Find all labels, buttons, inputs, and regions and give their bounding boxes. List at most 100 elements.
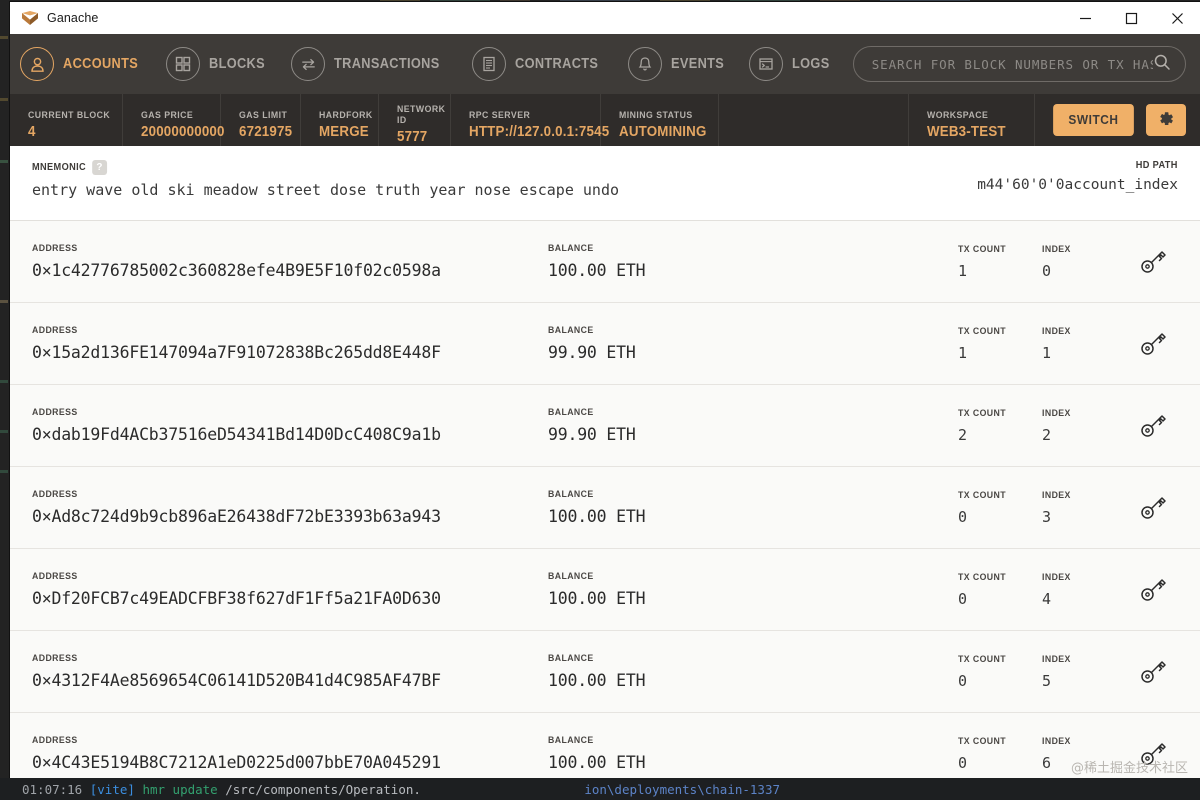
index-value: 3 [1042,507,1051,526]
minimize-icon[interactable] [1062,2,1108,34]
txcount-label: TX COUNT [958,407,1006,419]
table-row[interactable]: ADDRESS 0×dab19Fd4ACb37516eD54341Bd14D0D… [10,385,1200,467]
main-content: MNEMONIC ? entry wave old ski meadow str… [10,146,1200,780]
nav-item-accounts[interactable]: ACCOUNTS [20,34,148,94]
nav-item-blocks[interactable]: BLOCKS [166,34,273,94]
txcount-label: TX COUNT [958,243,1006,255]
account-txcount-cell: TX COUNT 1 [958,244,1042,280]
account-txcount-cell: TX COUNT 1 [958,326,1042,362]
grid-icon [166,47,201,81]
mnemonic-label-row: MNEMONIC ? [32,160,902,175]
main-navigation: ACCOUNTS BLOCKS TRANSACTIONS CONTRACTS E… [10,34,1200,94]
account-list[interactable]: ADDRESS 0×1c42776785002c360828efe4B9E5F1… [10,221,1200,780]
account-key-cell[interactable] [1124,495,1182,521]
account-index-cell: INDEX 2 [1042,408,1124,444]
table-row[interactable]: ADDRESS 0×Df20FCB7c49EADCFBF38f627dF1Ff5… [10,549,1200,631]
balance-value: 100.00 ETH [548,261,646,280]
account-key-cell[interactable] [1124,577,1182,603]
window-title: Ganache [47,11,99,25]
help-icon[interactable]: ? [91,160,107,175]
account-address-cell: ADDRESS 0×4C43E5194B8C7212A1eD0225d007bb… [32,735,548,772]
search-icon[interactable] [1153,53,1171,76]
table-row[interactable]: ADDRESS 0×1c42776785002c360828efe4B9E5F1… [10,221,1200,303]
search-input[interactable] [871,56,1153,72]
mnemonic-label: MNEMONIC [32,162,87,173]
account-key-cell[interactable] [1124,249,1182,275]
terminal-event: hmr update [142,781,218,797]
cube-icon [22,10,38,26]
window-controls [1062,2,1200,34]
account-index-cell: INDEX 3 [1042,490,1124,526]
nav-item-contracts[interactable]: CONTRACTS [472,34,610,94]
account-txcount-cell: TX COUNT 2 [958,408,1042,444]
account-address-cell: ADDRESS 0×Ad8c724d9b9cb896aE26438dF72bE3… [32,489,548,526]
balance-value: 99.90 ETH [548,343,636,362]
balance-value: 99.90 ETH [548,425,636,444]
terminal-path: /src/components/Operation. [225,781,421,797]
key-icon[interactable] [1139,413,1167,439]
settings-button[interactable] [1146,104,1186,136]
nav-label-accounts: ACCOUNTS [63,56,139,72]
index-value: 2 [1042,425,1051,444]
txcount-value: 0 [958,753,967,772]
key-icon[interactable] [1139,249,1167,275]
index-value: 5 [1042,671,1051,690]
address-value: 0×15a2d136FE147094a7F91072838Bc265dd8E44… [32,343,441,362]
nav-item-events[interactable]: EVENTS [627,34,731,94]
status-value: 5777 [397,129,428,145]
balance-value: 100.00 ETH [548,589,646,608]
account-balance-cell: BALANCE 100.00 ETH [548,571,958,608]
account-key-cell[interactable] [1124,413,1182,439]
table-row[interactable]: ADDRESS 0×Ad8c724d9b9cb896aE26438dF72bE3… [10,467,1200,549]
table-row[interactable]: ADDRESS 0×15a2d136FE147094a7F91072838Bc2… [10,303,1200,385]
status-value: HTTP://127.0.0.1:7545 [469,123,610,140]
account-index-cell: INDEX 4 [1042,572,1124,608]
status-label: HARDFORK [319,109,373,121]
txcount-label: TX COUNT [958,735,1006,747]
nav-item-transactions[interactable]: TRANSACTIONS [291,34,454,94]
account-index-cell: INDEX 1 [1042,326,1124,362]
close-icon[interactable] [1154,2,1200,34]
ganache-window: Ganache ACCOUNTS BLOCKS TRANSACTIONS CON… [10,2,1200,780]
account-txcount-cell: TX COUNT 0 [958,490,1042,526]
account-key-cell[interactable] [1124,659,1182,685]
key-icon[interactable] [1139,577,1167,603]
key-icon[interactable] [1139,495,1167,521]
table-row[interactable]: ADDRESS 0×4C43E5194B8C7212A1eD0225d007bb… [10,713,1200,780]
switch-button[interactable]: SWITCH [1053,104,1134,136]
gear-icon [1157,110,1175,131]
address-value: 0×4312F4Ae8569654C06141D520B41d4C985AF47… [32,671,441,690]
balance-label: BALANCE [548,407,594,418]
account-balance-cell: BALANCE 100.00 ETH [548,489,958,526]
account-txcount-cell: TX COUNT 0 [958,736,1042,772]
index-label: INDEX [1042,489,1071,501]
search-box[interactable] [852,46,1186,82]
key-icon[interactable] [1139,659,1167,685]
account-address-cell: ADDRESS 0×4312F4Ae8569654C06141D520B41d4… [32,653,548,690]
table-row[interactable]: ADDRESS 0×4312F4Ae8569654C06141D520B41d4… [10,631,1200,713]
key-icon[interactable] [1139,331,1167,357]
nav-label-events: EVENTS [670,56,724,72]
txcount-value: 2 [958,425,967,444]
nav-label-logs: LOGS [792,56,830,72]
maximize-icon[interactable] [1108,2,1154,34]
balance-value: 100.00 ETH [548,753,646,772]
account-key-cell[interactable] [1124,331,1182,357]
account-txcount-cell: TX COUNT 0 [958,654,1042,690]
user-icon [20,47,54,81]
status-label: RPC SERVER [469,109,531,121]
address-value: 0×4C43E5194B8C7212A1eD0225d007bbE70A0452… [32,753,441,772]
account-balance-cell: BALANCE 100.00 ETH [548,243,958,280]
status-network-id: NETWORK ID 5777 [379,94,451,146]
mnemonic-bar: MNEMONIC ? entry wave old ski meadow str… [10,146,1200,221]
balance-label: BALANCE [548,653,594,664]
balance-label: BALANCE [548,489,594,500]
status-label: MINING STATUS [619,109,693,121]
index-label: INDEX [1042,407,1071,419]
status-gas-limit: GAS LIMIT 6721975 [221,94,301,146]
hdpath-value: m44'60'0'0account_index [977,177,1178,193]
nav-item-logs[interactable]: LOGS [749,34,835,94]
account-balance-cell: BALANCE 99.90 ETH [548,407,958,444]
account-address-cell: ADDRESS 0×Df20FCB7c49EADCFBF38f627dF1Ff5… [32,571,548,608]
watermark: @稀土掘金技术社区 [1070,761,1188,776]
